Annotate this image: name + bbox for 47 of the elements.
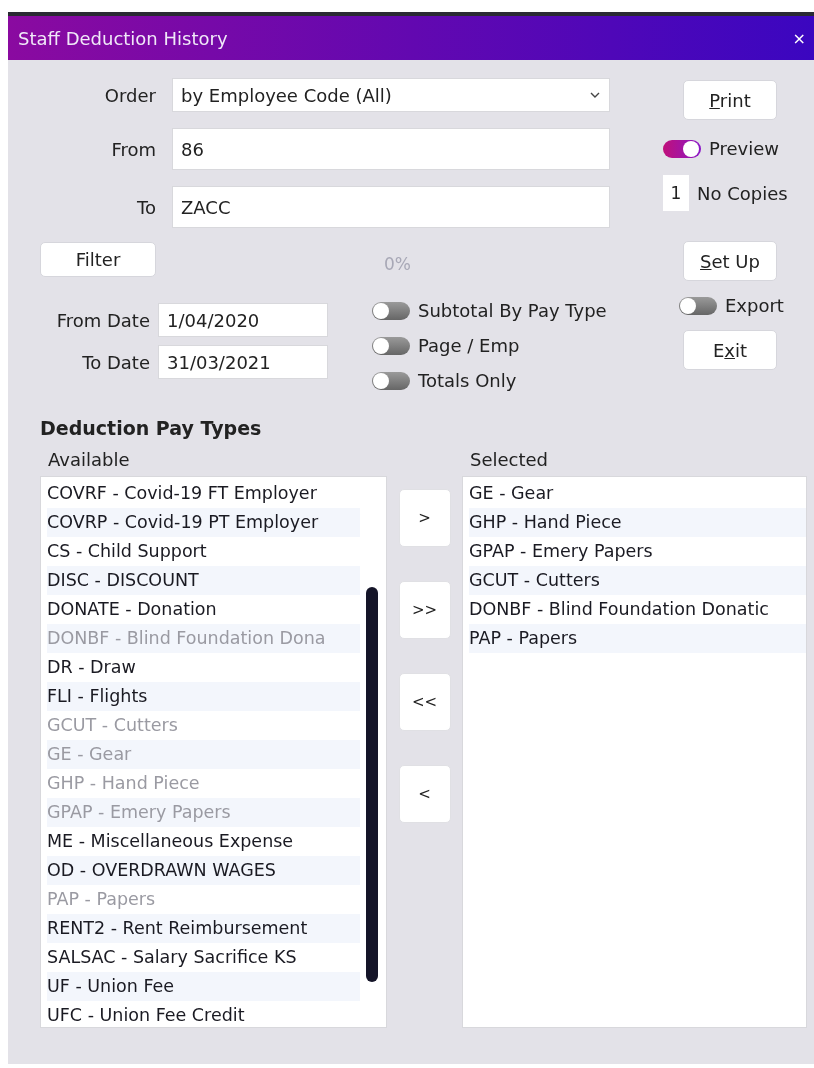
list-item[interactable]: PAP - Papers — [469, 624, 806, 653]
toggle-switch[interactable] — [679, 296, 717, 315]
toggle-switch[interactable] — [663, 139, 701, 158]
date-label: To Date — [81, 351, 150, 373]
list-item[interactable]: UF - Union Fee — [47, 972, 360, 1001]
toggle-switch[interactable] — [372, 371, 410, 390]
field-label: Order — [103, 84, 156, 106]
list-label: Available — [47, 449, 131, 470]
date-field[interactable]: 1/04/2020 — [158, 303, 328, 337]
close-button[interactable]: × — [792, 28, 806, 48]
field-label: From — [110, 138, 156, 160]
print-button[interactable]: Print — [683, 80, 777, 120]
list-item[interactable]: RENT2 - Rent Reimbursement — [47, 914, 360, 943]
window-title: Staff Deduction History — [18, 27, 228, 49]
move-button[interactable]: > — [398, 489, 451, 547]
toggle-switch[interactable] — [372, 301, 410, 320]
input-field[interactable]: 86 — [172, 128, 610, 170]
date-label: From Date — [55, 309, 150, 331]
list-label: Selected — [469, 449, 550, 470]
order-dropdown[interactable]: by Employee Code (All) — [172, 78, 610, 112]
option-label: Page / Emp — [418, 335, 520, 356]
toggle-switch[interactable] — [372, 336, 410, 355]
move-button[interactable]: << — [398, 673, 451, 731]
move-button[interactable]: >> — [398, 581, 451, 639]
export-label: Export — [725, 295, 784, 316]
progress-text: 0% — [384, 254, 411, 274]
chevron-down-icon — [589, 91, 601, 99]
input-field[interactable]: ZACC — [172, 186, 610, 228]
list-item[interactable]: GHP - Hand Piece — [469, 508, 806, 537]
preview-label: Preview — [709, 138, 780, 159]
field-label: To — [136, 196, 156, 218]
filter-button[interactable]: Filter — [40, 242, 156, 277]
exit-button[interactable]: Exit — [683, 330, 777, 370]
copies-label: No Copies — [697, 182, 788, 204]
list-item[interactable]: DISC - DISCOUNT — [47, 566, 360, 595]
option-label: Subtotal By Pay Type — [418, 300, 607, 321]
list-item[interactable]: FLI - Flights — [47, 682, 360, 711]
list-item[interactable]: GCUT - Cutters — [469, 566, 806, 595]
copies-field[interactable]: 1 — [663, 175, 689, 211]
list-item[interactable]: COVRP - Covid-19 PT Employer — [47, 508, 360, 537]
move-button[interactable]: < — [398, 765, 451, 823]
date-field[interactable]: 31/03/2021 — [158, 345, 328, 379]
list-item[interactable]: OD - OVERDRAWN WAGES — [47, 856, 360, 885]
scrollbar-thumb[interactable] — [366, 587, 378, 982]
option-label: Totals Only — [418, 370, 517, 391]
setup-button[interactable]: Set Up — [683, 241, 777, 281]
section-title: Deduction Pay Types — [40, 417, 263, 439]
